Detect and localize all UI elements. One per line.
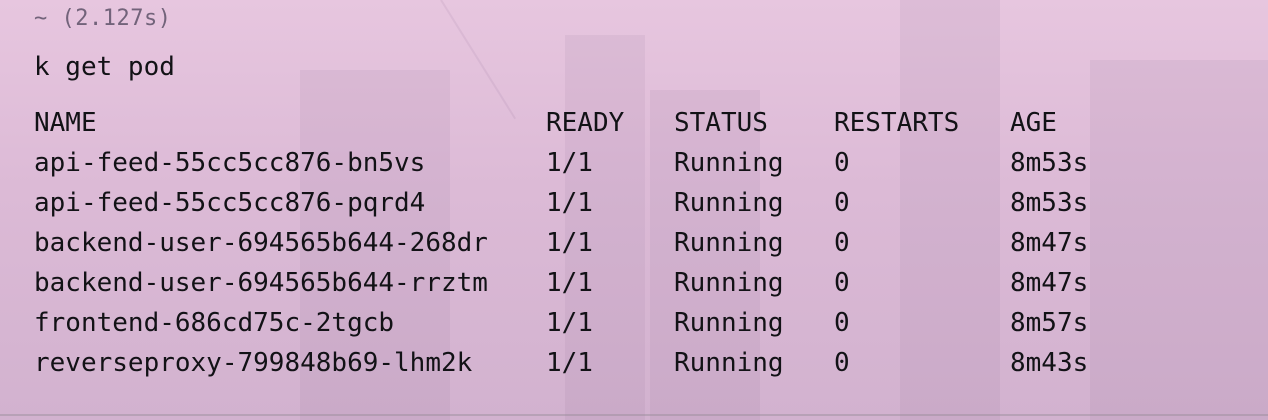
pod-name: backend-user-694565b644-268dr (34, 228, 488, 258)
pod-age: 8m47s (1010, 228, 1089, 258)
pod-status: Running (674, 148, 784, 178)
column-header-restarts: RESTARTS (834, 108, 960, 138)
pod-restarts: 0 (834, 348, 850, 378)
pod-age: 8m47s (1010, 268, 1089, 298)
column-header-status: STATUS (674, 108, 768, 138)
pod-restarts: 0 (834, 188, 850, 218)
pod-ready: 1/1 (546, 348, 593, 378)
previous-command-timing: ~ (2.127s) (34, 6, 172, 31)
column-header-age: AGE (1010, 108, 1057, 138)
pod-restarts: 0 (834, 148, 850, 178)
pod-ready: 1/1 (546, 308, 593, 338)
column-header-name: NAME (34, 108, 97, 138)
pod-ready: 1/1 (546, 148, 593, 178)
pod-restarts: 0 (834, 268, 850, 298)
pod-name: api-feed-55cc5cc876-bn5vs (34, 148, 426, 178)
pod-name: backend-user-694565b644-rrztm (34, 268, 488, 298)
pod-name: api-feed-55cc5cc876-pqrd4 (34, 188, 426, 218)
pod-age: 8m53s (1010, 188, 1089, 218)
pod-age: 8m43s (1010, 348, 1089, 378)
pod-ready: 1/1 (546, 268, 593, 298)
pod-status: Running (674, 268, 784, 298)
pod-status: Running (674, 188, 784, 218)
pod-restarts: 0 (834, 228, 850, 258)
block-divider (0, 414, 1268, 416)
pod-age: 8m57s (1010, 308, 1089, 338)
pod-name: reverseproxy-799848b69-lhm2k (34, 348, 473, 378)
terminal-output[interactable]: ~ (2.127s) k get pod NAME READY STATUS R… (0, 0, 1268, 420)
command-text: k get pod (34, 52, 175, 82)
pod-ready: 1/1 (546, 188, 593, 218)
pod-name: frontend-686cd75c-2tgcb (34, 308, 395, 338)
pod-status: Running (674, 308, 784, 338)
column-header-ready: READY (546, 108, 625, 138)
pod-status: Running (674, 228, 784, 258)
pod-age: 8m53s (1010, 148, 1089, 178)
pod-status: Running (674, 348, 784, 378)
pod-restarts: 0 (834, 308, 850, 338)
pod-ready: 1/1 (546, 228, 593, 258)
